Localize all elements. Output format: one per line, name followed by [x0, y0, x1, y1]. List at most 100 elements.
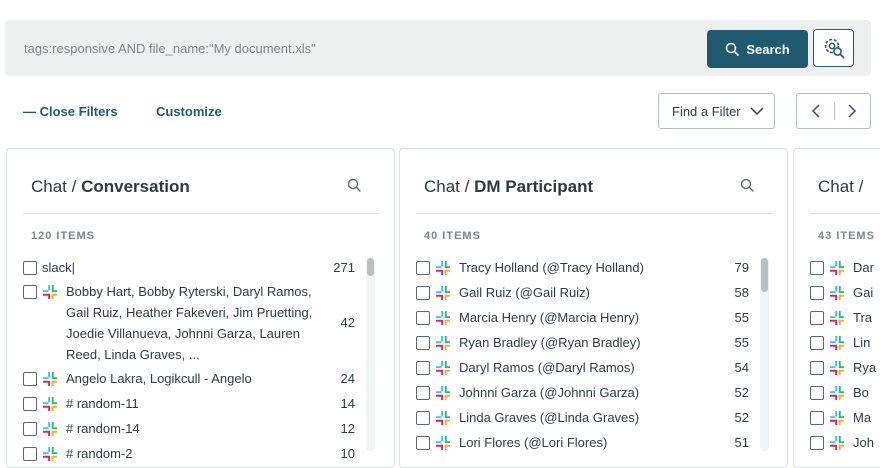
filter-row[interactable]: slack| 271 [23, 257, 355, 278]
filter-row-label: Lin [853, 335, 871, 350]
scrollbar-thumb[interactable] [367, 258, 374, 276]
filter-card-dm-participant: Chat / DM Participant 40 ITEMS Tracy Hol… [399, 148, 788, 468]
filter-row-label: Bobby Hart, Bobby Ryterski, Daryl Ramos,… [66, 284, 313, 362]
filter-list: Tracy Holland (@Tracy Holland) 79 Gail Rui… [416, 257, 749, 457]
filter-row-label: Marcia Henry (@Marcia Henry) [459, 310, 640, 325]
filter-row-count: 10 [340, 446, 355, 461]
filter-checkbox[interactable] [23, 372, 37, 386]
filter-checkbox[interactable] [810, 311, 824, 325]
search-button[interactable]: Search [707, 30, 808, 68]
filter-checkbox[interactable] [416, 336, 430, 350]
card-divider [810, 213, 880, 214]
filter-row-label: Tra [853, 310, 873, 325]
filter-row[interactable]: Angelo Lakra, Logikcull - Angelo 24 [23, 368, 355, 389]
item-count: 120 ITEMS [31, 230, 96, 242]
customize-link[interactable]: Customize [156, 104, 222, 119]
card-divider [416, 213, 772, 214]
slack-icon [830, 311, 844, 325]
slack-icon [436, 286, 450, 300]
slack-icon [436, 386, 450, 400]
filter-checkbox[interactable] [23, 261, 37, 275]
filter-checkbox[interactable] [416, 261, 430, 275]
slack-icon [436, 411, 450, 425]
filter-checkbox[interactable] [810, 261, 824, 275]
slack-icon [43, 422, 57, 436]
filter-checkbox[interactable] [416, 311, 430, 325]
filter-checkbox[interactable] [416, 411, 430, 425]
filter-row[interactable]: Gail Ruiz (@Gail Ruiz) 58 [416, 282, 749, 303]
filter-row[interactable]: Bo [810, 382, 880, 403]
filter-row[interactable]: Gai [810, 282, 880, 303]
filter-row[interactable]: # random-14 12 [23, 418, 355, 439]
chevron-right-icon[interactable] [847, 104, 857, 118]
slack-icon [830, 286, 844, 300]
filter-checkbox[interactable] [810, 336, 824, 350]
scrollbar[interactable] [366, 257, 375, 451]
filter-row-label: Bo [853, 385, 869, 400]
filter-row-count: 14 [340, 396, 355, 411]
filter-row[interactable]: Tracy Holland (@Tracy Holland) 79 [416, 257, 749, 278]
search-bar: tags:responsive AND file_name:"My docume… [5, 20, 871, 76]
filter-row[interactable]: Rya [810, 357, 880, 378]
scrollbar-thumb[interactable] [761, 258, 768, 292]
filter-row-label: Gai [853, 285, 874, 300]
scrollbar[interactable] [760, 257, 769, 451]
search-icon[interactable] [740, 178, 754, 192]
find-filter-label: Find a Filter [672, 103, 741, 119]
filter-row[interactable]: Ryan Bradley (@Ryan Bradley) 55 [416, 332, 749, 353]
filter-row[interactable]: Joh [810, 432, 880, 453]
item-count: 40 ITEMS [424, 230, 481, 242]
close-filters-link[interactable]: — Close Filters [23, 104, 118, 119]
slack-icon [436, 361, 450, 375]
filter-row-count: 12 [340, 421, 355, 436]
filter-row-label: slack| [42, 260, 75, 275]
pager-divider [834, 102, 835, 120]
filter-row[interactable]: Ma [810, 407, 880, 428]
filter-row-count: 51 [734, 435, 749, 450]
search-icon[interactable] [347, 178, 361, 192]
filter-row[interactable]: Lin [810, 332, 880, 353]
filter-row-label: Linda Graves (@Linda Graves) [459, 410, 640, 425]
filter-row[interactable]: Linda Graves (@Linda Graves) 52 [416, 407, 749, 428]
filter-checkbox[interactable] [810, 361, 824, 375]
filter-row[interactable]: Tra [810, 307, 880, 328]
filter-row-label: Rya [853, 360, 877, 375]
slack-icon [830, 261, 844, 275]
filter-checkbox[interactable] [416, 386, 430, 400]
filter-checkbox[interactable] [416, 286, 430, 300]
search-input[interactable]: tags:responsive AND file_name:"My docume… [24, 41, 316, 56]
filter-checkbox[interactable] [23, 397, 37, 411]
filter-checkbox[interactable] [810, 386, 824, 400]
slack-icon [830, 411, 844, 425]
filter-row[interactable]: Dar [810, 257, 880, 278]
filter-row-label: Tracy Holland (@Tracy Holland) [459, 260, 644, 275]
slack-icon [43, 285, 57, 299]
filter-checkbox[interactable] [810, 286, 824, 300]
filter-row-count: 55 [734, 335, 749, 350]
chevron-left-icon[interactable] [811, 104, 821, 118]
slack-icon [830, 361, 844, 375]
search-icon [726, 42, 740, 56]
filter-checkbox[interactable] [810, 411, 824, 425]
filter-checkbox[interactable] [416, 361, 430, 375]
filter-checkbox[interactable] [23, 447, 37, 461]
advanced-search-button[interactable] [813, 29, 854, 67]
chevron-down-icon [750, 107, 764, 115]
filter-row-label: Joh [853, 435, 874, 450]
filter-checkbox[interactable] [23, 285, 37, 299]
slack-icon [436, 336, 450, 350]
find-filter-dropdown[interactable]: Find a Filter [658, 93, 775, 129]
filter-row-label: Dar [853, 260, 874, 275]
filter-row[interactable]: Daryl Ramos (@Daryl Ramos) 54 [416, 357, 749, 378]
filter-checkbox[interactable] [416, 436, 430, 450]
filter-row[interactable]: Lori Flores (@Lori Flores) 51 [416, 432, 749, 453]
filter-checkbox[interactable] [23, 422, 37, 436]
filter-row[interactable]: Marcia Henry (@Marcia Henry) 55 [416, 307, 749, 328]
filter-row[interactable]: Bobby Hart, Bobby Ryterski, Daryl Ramos,… [23, 281, 355, 365]
filter-row[interactable]: Johnni Garza (@Johnni Garza) 52 [416, 382, 749, 403]
filter-row[interactable]: # random-2 10 [23, 443, 355, 464]
filter-row[interactable]: # random-11 14 [23, 393, 355, 414]
filter-checkbox[interactable] [810, 436, 824, 450]
filter-list: slack| 271 Bobby Hart, Bobby Ryterski, Dar… [23, 257, 355, 467]
filter-row-label: # random-11 [66, 396, 139, 411]
